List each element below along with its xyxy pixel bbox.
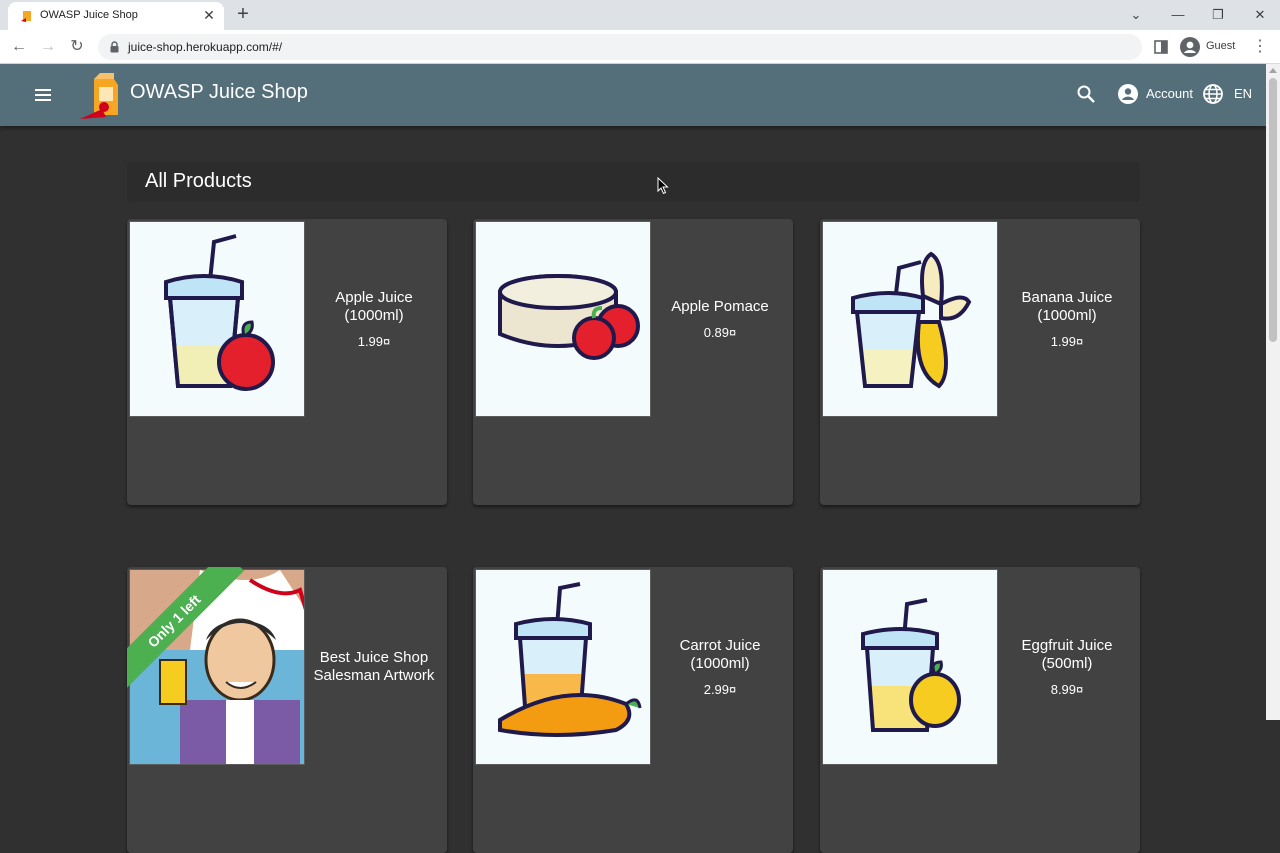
kebab-menu-icon[interactable]: ⋮ <box>1252 36 1268 58</box>
product-info: Apple Juice (1000ml) 1.99¤ <box>309 219 439 419</box>
juice-shop-logo[interactable] <box>80 69 126 121</box>
product-card[interactable]: Carrot Juice (1000ml) 2.99¤ <box>473 567 793 853</box>
scroll-up-icon[interactable] <box>1269 68 1277 73</box>
page-heading-card: All Products <box>127 162 1140 202</box>
banana-juice-icon[interactable] <box>822 221 998 417</box>
hamburger-menu-icon[interactable] <box>30 82 56 108</box>
minimize-icon[interactable]: — <box>1166 4 1190 26</box>
product-card[interactable]: Banana Juice (1000ml) 1.99¤ <box>820 219 1140 505</box>
product-card[interactable]: Eggfruit Juice (500ml) 8.99¤ <box>820 567 1140 853</box>
product-name: Best Juice Shop Salesman Artwork <box>313 649 435 684</box>
product-name: Banana Juice (1000ml) <box>1021 289 1113 324</box>
maximize-icon[interactable]: ❐ <box>1206 4 1230 26</box>
tab-title: OWASP Juice Shop <box>40 9 138 21</box>
product-info: Best Juice Shop Salesman Artwork <box>309 567 439 767</box>
product-info: Eggfruit Juice (500ml) 8.99¤ <box>1002 567 1132 767</box>
new-tab-button[interactable]: + <box>232 4 254 26</box>
page-scrollbar[interactable] <box>1266 64 1280 720</box>
product-price: 0.89¤ <box>703 325 737 340</box>
account-button[interactable]: Account <box>1118 82 1193 106</box>
product-name: Carrot Juice (1000ml) <box>679 637 761 672</box>
product-name: Apple Pomace <box>671 298 769 315</box>
product-name: Apple Juice (1000ml) <box>335 289 413 324</box>
url-text: juice-shop.herokuapp.com/#/ <box>128 40 283 54</box>
product-info: Apple Pomace 0.89¤ <box>655 219 785 419</box>
omnibox[interactable]: juice-shop.herokuapp.com/#/ <box>98 34 1142 60</box>
product-card[interactable]: Apple Juice (1000ml) 1.99¤ <box>127 219 447 505</box>
search-icon[interactable] <box>1074 82 1098 106</box>
app-toolbar: OWASP Juice Shop Account EN <box>0 64 1266 126</box>
window-close-icon[interactable]: ✕ <box>1248 4 1272 26</box>
mouse-cursor-icon <box>657 177 669 195</box>
product-card[interactable]: Apple Pomace 0.89¤ <box>473 219 793 505</box>
back-arrow-icon[interactable]: ← <box>8 36 30 58</box>
juice-shop-favicon-icon <box>21 11 31 22</box>
tab-close-icon[interactable]: ✕ <box>200 6 218 24</box>
lock-icon <box>110 41 119 53</box>
product-price: 8.99¤ <box>1050 682 1084 697</box>
side-panel-icon[interactable] <box>1152 38 1170 56</box>
account-label: Account <box>1146 86 1193 101</box>
page-title: All Products <box>145 170 252 192</box>
eggfruit-juice-icon[interactable] <box>822 569 998 765</box>
language-label: EN <box>1234 86 1253 101</box>
browser-tab-bar: OWASP Juice Shop ✕ + ⌄ — ❐ ✕ <box>0 0 1280 30</box>
profile-button[interactable]: Guest <box>1178 35 1244 59</box>
app-title[interactable]: OWASP Juice Shop <box>130 81 308 104</box>
forward-arrow-icon[interactable]: → <box>37 36 59 58</box>
apple-pomace-icon[interactable] <box>475 221 651 417</box>
product-price: 1.99¤ <box>357 334 391 349</box>
product-info: Banana Juice (1000ml) 1.99¤ <box>1002 219 1132 419</box>
reload-icon[interactable]: ↻ <box>66 36 88 58</box>
salesman-artwork-image[interactable] <box>129 569 305 765</box>
profile-label: Guest <box>1206 40 1236 52</box>
account-circle-icon <box>1118 84 1138 104</box>
product-price: 1.99¤ <box>1050 334 1084 349</box>
scroll-thumb[interactable] <box>1269 78 1277 342</box>
address-bar: ← → ↻ juice-shop.herokuapp.com/#/ Guest … <box>0 30 1280 64</box>
carrot-juice-icon[interactable] <box>475 569 651 765</box>
product-price: 2.99¤ <box>703 682 737 697</box>
product-card[interactable]: Only 1 left Best Juice Shop Salesman Art… <box>127 567 447 853</box>
product-name: Eggfruit Juice (500ml) <box>1021 637 1113 672</box>
profile-icon <box>1180 37 1200 57</box>
browser-tab[interactable]: OWASP Juice Shop ✕ <box>8 2 224 30</box>
language-button[interactable]: EN <box>1202 82 1253 106</box>
tab-list-icon[interactable]: ⌄ <box>1124 4 1148 26</box>
apple-juice-icon[interactable] <box>129 221 305 417</box>
globe-icon <box>1203 84 1223 104</box>
product-info: Carrot Juice (1000ml) 2.99¤ <box>655 567 785 767</box>
